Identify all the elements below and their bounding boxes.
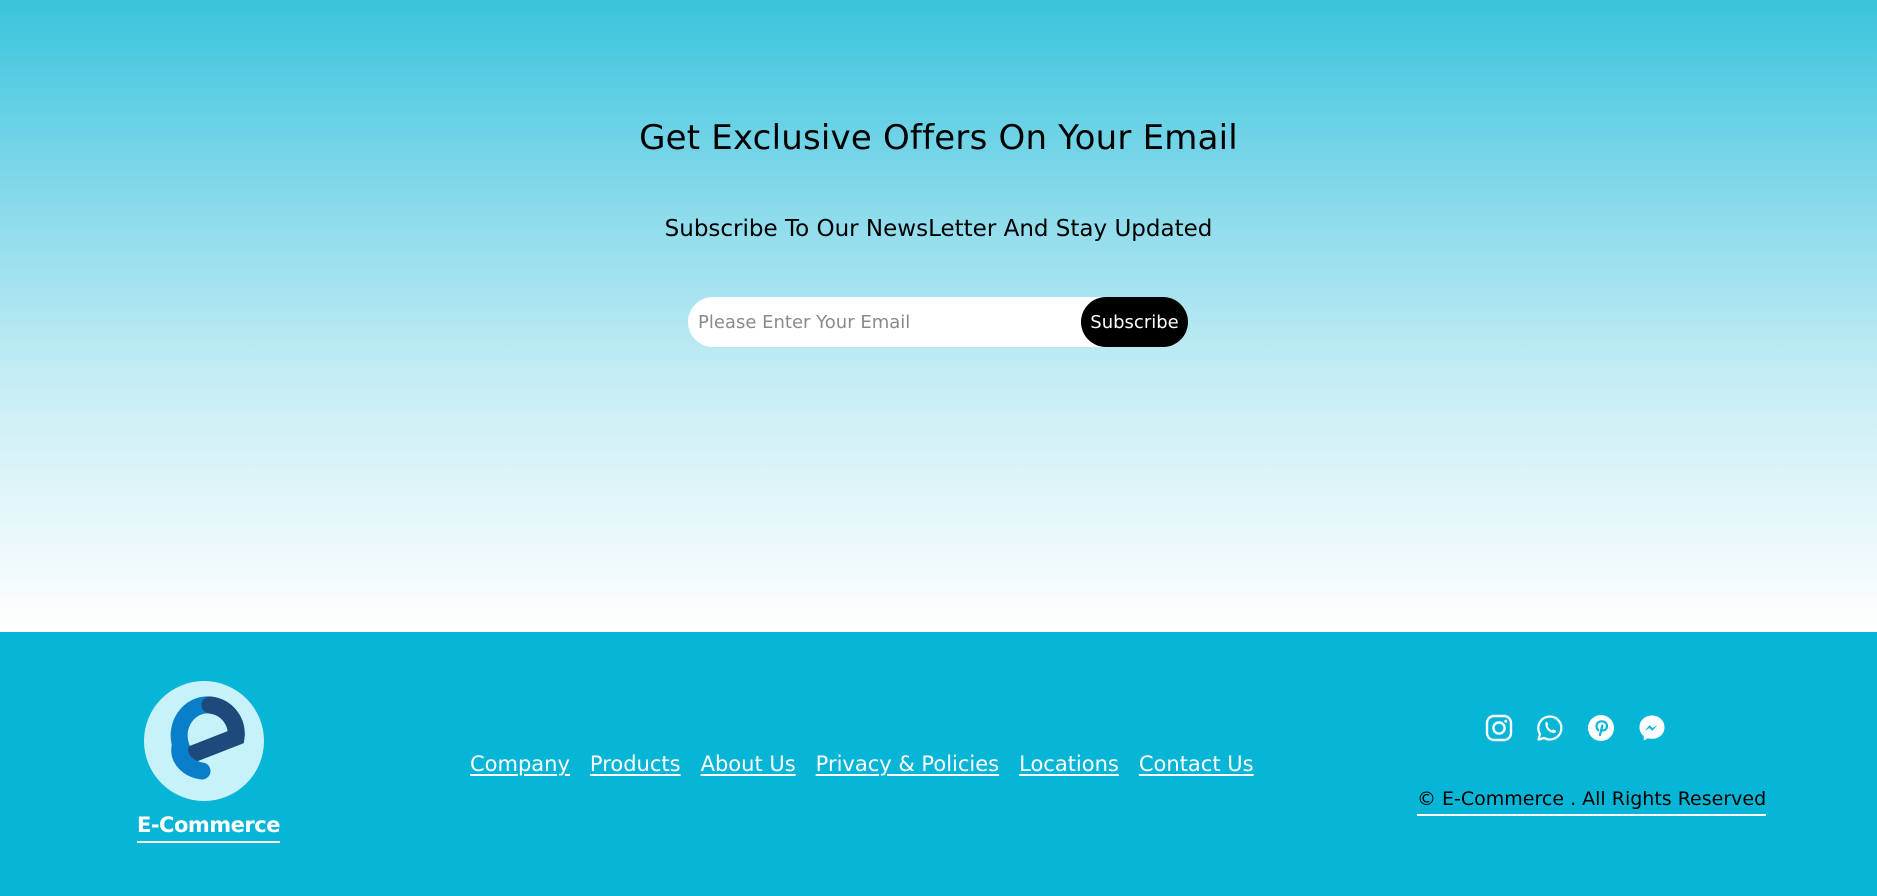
footer-link-about-us[interactable]: About Us [701,752,796,776]
subscribe-button[interactable]: Subscribe [1081,297,1188,347]
footer-link-locations[interactable]: Locations [1019,752,1119,776]
whatsapp-icon[interactable] [1535,713,1565,743]
footer-link-contact-us[interactable]: Contact Us [1139,752,1254,776]
social-links [1484,713,1667,743]
email-input[interactable] [698,297,1078,347]
footer-link-products[interactable]: Products [590,752,681,776]
footer: E-Commerce Company Products About Us Pri… [0,632,1877,896]
pinterest-icon[interactable] [1586,713,1616,743]
instagram-icon[interactable] [1484,713,1514,743]
footer-link-company[interactable]: Company [470,752,570,776]
brand-name: E-Commerce [137,813,280,843]
subscribe-form: Subscribe [688,297,1188,347]
messenger-icon[interactable] [1637,713,1667,743]
logo-icon [144,681,264,801]
newsletter-subtitle: Subscribe To Our NewsLetter And Stay Upd… [664,216,1213,242]
newsletter-title: Get Exclusive Offers On Your Email [639,118,1238,158]
footer-link-privacy-policies[interactable]: Privacy & Policies [816,752,999,776]
newsletter-section: Get Exclusive Offers On Your Email Subsc… [0,0,1877,632]
copyright-text: © E-Commerce . All Rights Reserved [1417,788,1767,816]
footer-nav: Company Products About Us Privacy & Poli… [470,752,1254,776]
